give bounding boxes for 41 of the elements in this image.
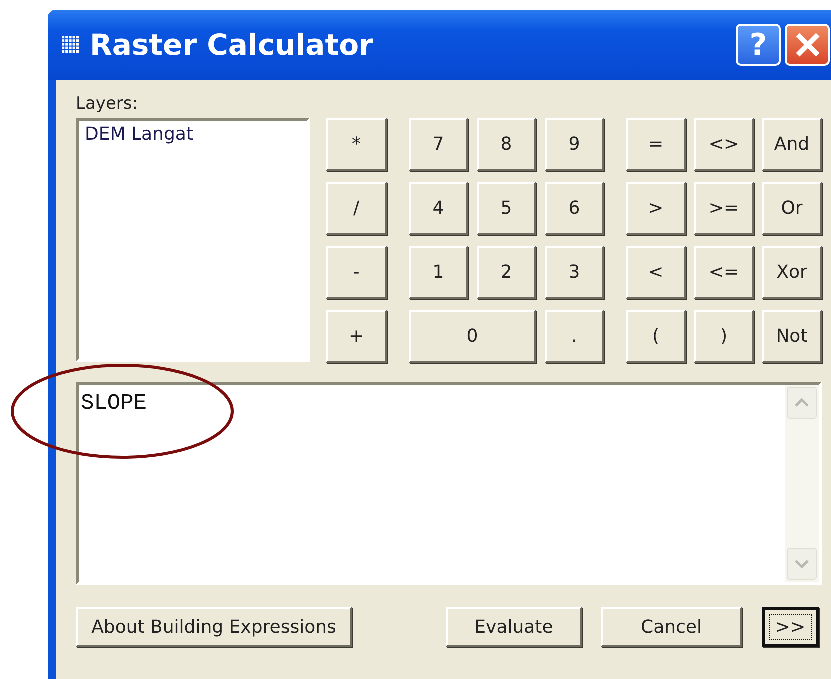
window-title: Raster Calculator [90, 28, 374, 62]
operator-key[interactable]: Not [762, 310, 822, 363]
close-button[interactable] [785, 24, 830, 66]
dialog-button[interactable]: About Building Expressions [76, 607, 352, 647]
operator-key[interactable]: <= [694, 246, 754, 299]
operator-key[interactable]: < [626, 246, 686, 299]
digit-key[interactable]: 9 [545, 118, 604, 171]
operator-key[interactable]: And [762, 118, 822, 171]
digit-key[interactable]: 8 [477, 118, 536, 171]
dialog-button[interactable]: >> [762, 607, 819, 647]
dialog-button[interactable]: Cancel [601, 607, 742, 647]
grid-icon [62, 36, 80, 54]
operator-key[interactable]: / [326, 182, 387, 235]
operator-key[interactable]: ( [626, 310, 686, 363]
digit-key[interactable]: 2 [477, 246, 536, 299]
operator-key[interactable]: - [326, 246, 387, 299]
operator-key[interactable]: = [626, 118, 686, 171]
help-button[interactable]: ? [736, 24, 781, 66]
operator-key[interactable]: Xor [762, 246, 822, 299]
digit-key[interactable]: . [545, 310, 604, 363]
digit-key[interactable]: 7 [409, 118, 468, 171]
digit-key[interactable]: 5 [477, 182, 536, 235]
scrollbar[interactable] [785, 385, 819, 582]
layer-item[interactable]: DEM Langat [83, 123, 196, 146]
digit-key[interactable]: 0 [409, 310, 536, 363]
layers-list[interactable]: DEM Langat [76, 118, 310, 362]
dialog-button[interactable]: Evaluate [446, 607, 582, 647]
digit-key[interactable]: 3 [545, 246, 604, 299]
operator-key[interactable]: * [326, 118, 387, 171]
digit-key[interactable]: 1 [409, 246, 468, 299]
scroll-down-icon[interactable] [794, 559, 810, 569]
operator-key[interactable]: + [326, 310, 387, 363]
operator-key[interactable]: > [626, 182, 686, 235]
operator-key[interactable]: ) [694, 310, 754, 363]
digit-key[interactable]: 6 [545, 182, 604, 235]
scroll-up-icon[interactable] [794, 398, 810, 408]
operator-key[interactable]: Or [762, 182, 822, 235]
operator-key[interactable]: >= [694, 182, 754, 235]
layers-label: Layers: [76, 94, 139, 116]
operator-key[interactable]: <> [694, 118, 754, 171]
digit-key[interactable]: 4 [409, 182, 468, 235]
